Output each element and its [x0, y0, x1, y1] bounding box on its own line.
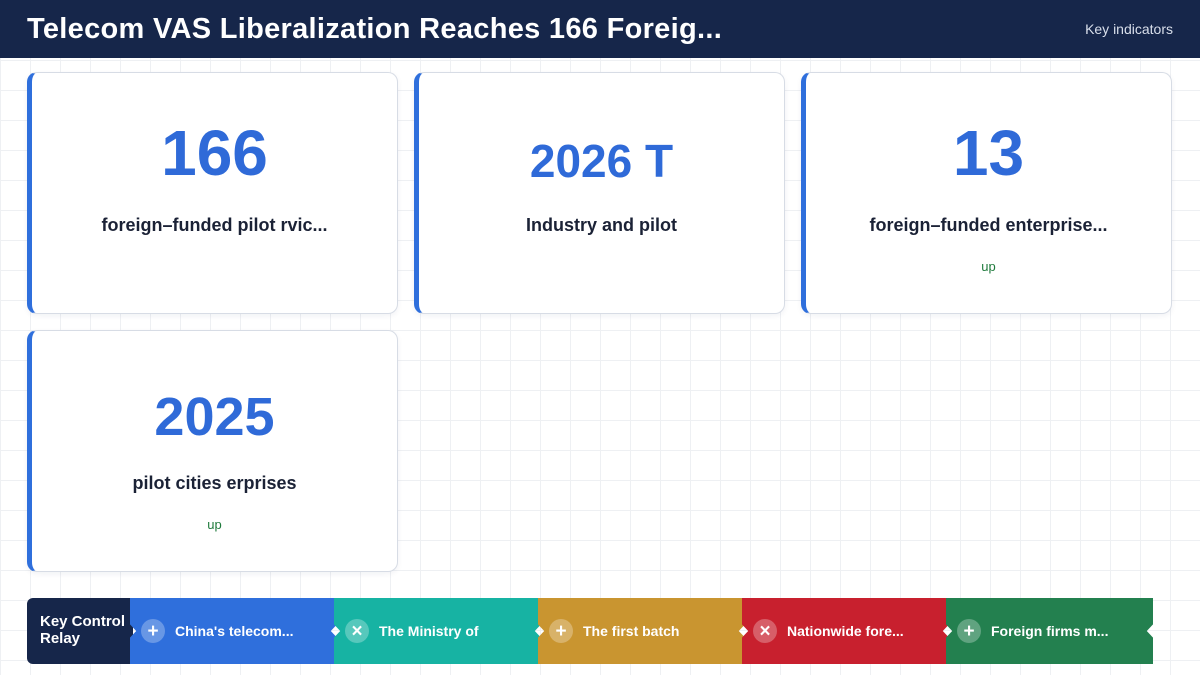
- kpi-label: foreign–funded pilot rvic...: [101, 215, 328, 235]
- kpi-label: foreign–funded enterprise...: [869, 215, 1108, 235]
- relay-item-text: Nationwide fore...: [787, 623, 904, 639]
- close-icon: ×: [753, 619, 777, 643]
- header-bar: Telecom VAS Liberalization Reaches 166 F…: [0, 0, 1200, 58]
- kpi-value: 166: [161, 117, 268, 189]
- kpi-value: 13: [952, 117, 1025, 189]
- relay-title: Key Control Relay: [27, 598, 133, 664]
- kpi-card-4: 2025 pilot cities erprises up: [27, 330, 398, 572]
- relay-item[interactable]: × The Ministry of: [334, 598, 541, 664]
- close-icon: ×: [345, 619, 369, 643]
- kpi-value: 2026 T: [529, 135, 674, 187]
- kpi-value: 2025: [154, 387, 275, 447]
- kpi-card-3: 13 foreign–funded enterprise... up: [801, 72, 1172, 314]
- kpi-card-2: 2026 T Industry and pilot: [414, 72, 785, 314]
- trend-indicator: up: [981, 259, 996, 274]
- relay-item-text: China's telecom...: [175, 623, 294, 639]
- relay-item[interactable]: + Foreign firms m...: [946, 598, 1153, 664]
- kpi-card-1: 166 foreign–funded pilot rvic...: [27, 72, 398, 314]
- plus-icon: +: [141, 619, 165, 643]
- plus-icon: +: [549, 619, 573, 643]
- relay-item-text: The Ministry of: [379, 623, 479, 639]
- kpi-label: Industry and pilot: [526, 215, 677, 235]
- relay-item[interactable]: + The first batch: [538, 598, 745, 664]
- plus-icon: +: [957, 619, 981, 643]
- header-tag: Key indicators: [1085, 21, 1173, 37]
- key-control-relay: Key Control Relay + China's telecom... ×…: [27, 598, 1164, 664]
- relay-item-text: The first batch: [583, 623, 680, 639]
- kpi-label: pilot cities erprises: [132, 473, 297, 493]
- page-title: Telecom VAS Liberalization Reaches 166 F…: [27, 12, 723, 45]
- relay-item[interactable]: + China's telecom...: [130, 598, 337, 664]
- relay-item-text: Foreign firms m...: [991, 623, 1109, 639]
- trend-indicator: up: [207, 517, 222, 532]
- relay-item[interactable]: × Nationwide fore...: [742, 598, 949, 664]
